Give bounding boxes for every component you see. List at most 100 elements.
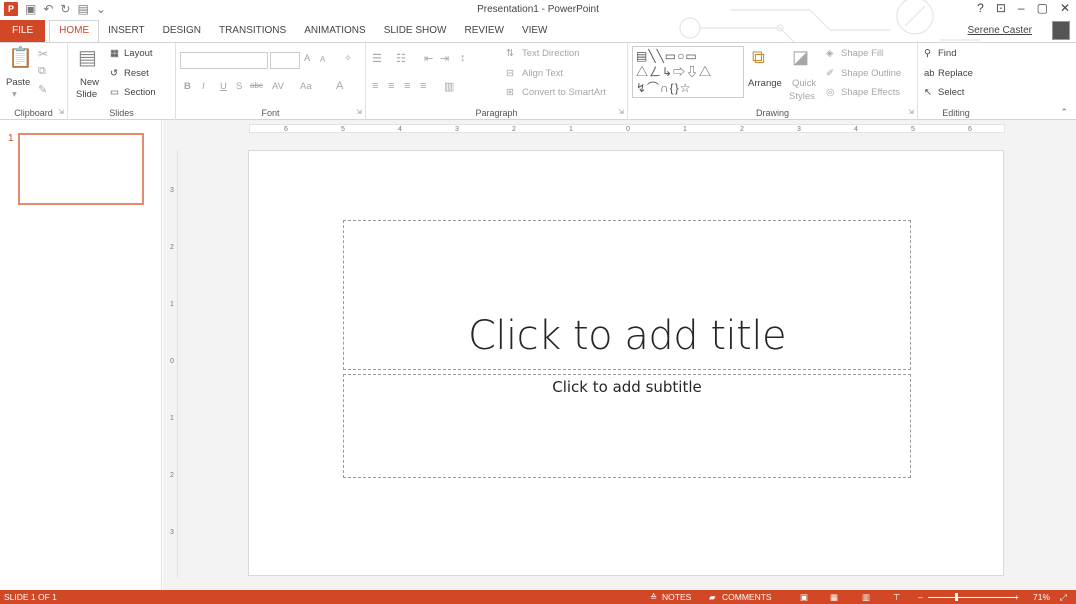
reset-icon[interactable]: ↺ <box>110 68 118 79</box>
drawing-launcher-icon[interactable]: ⇲ <box>908 108 914 116</box>
bullets-icon[interactable]: ☰ <box>372 52 382 65</box>
shapes-gallery[interactable]: ▤╲╲▭○▭ △ㄥ↳⇨⇩△ ↯⌒∩{}☆ <box>632 46 744 98</box>
zoom-level[interactable]: 71% <box>1033 590 1050 604</box>
font-color-button[interactable]: A <box>336 80 343 92</box>
avatar[interactable] <box>1052 21 1070 40</box>
strikethrough-button[interactable]: abc <box>250 81 263 90</box>
comments-icon[interactable]: ▰ <box>709 590 716 604</box>
layout-icon[interactable]: ▦ <box>110 48 119 59</box>
user-name[interactable]: Serene Caster <box>968 25 1032 36</box>
close-icon[interactable]: ✕ <box>1060 1 1070 15</box>
layout-button[interactable]: Layout <box>124 48 153 59</box>
decrease-indent-icon[interactable]: ⇤ <box>424 52 433 65</box>
comments-button[interactable]: COMMENTS <box>722 590 772 604</box>
bold-button[interactable]: B <box>184 81 191 92</box>
replace-button[interactable]: Replace <box>938 68 973 79</box>
line-spacing-icon[interactable]: ↕ <box>460 52 466 64</box>
paste-button[interactable]: Paste <box>6 77 30 88</box>
paste-dropdown-icon[interactable]: ▾ <box>12 89 17 100</box>
slide-sorter-icon[interactable]: ▦ <box>830 590 838 604</box>
format-painter-icon[interactable]: ✎ <box>38 83 47 96</box>
text-direction-button[interactable]: Text Direction <box>522 48 580 59</box>
select-button[interactable]: Select <box>938 87 964 98</box>
font-launcher-icon[interactable]: ⇲ <box>356 108 362 116</box>
font-name-combo[interactable] <box>180 52 268 69</box>
tab-home[interactable]: HOME <box>49 20 100 43</box>
subtitle-placeholder[interactable]: Click to add subtitle <box>343 374 911 478</box>
paste-icon[interactable]: 📋 <box>8 47 33 69</box>
zoom-in-icon[interactable]: + <box>1014 590 1019 604</box>
numbering-icon[interactable]: ☷ <box>396 52 406 65</box>
shrink-font-button[interactable]: A <box>320 55 325 64</box>
quick-styles-icon[interactable]: ◪ <box>792 47 809 68</box>
arrange-button[interactable]: Arrange <box>748 78 782 89</box>
justify-icon[interactable]: ≡ <box>420 80 426 92</box>
shape-outline-button[interactable]: Shape Outline <box>841 68 901 79</box>
change-case-button[interactable]: Aa <box>300 81 312 92</box>
grow-font-button[interactable]: A <box>304 53 310 64</box>
notes-button[interactable]: NOTES <box>662 590 691 604</box>
tab-review[interactable]: REVIEW <box>455 20 512 42</box>
columns-icon[interactable]: ▥ <box>444 80 454 93</box>
zoom-slider-handle[interactable] <box>955 593 958 601</box>
character-spacing-button[interactable]: AV <box>272 81 284 92</box>
copy-icon[interactable]: ⧉ <box>38 65 46 78</box>
align-text-button[interactable]: Align Text <box>522 68 563 79</box>
tab-insert[interactable]: INSERT <box>99 20 154 42</box>
slide-canvas[interactable]: Click to add title Click to add subtitle <box>248 150 1004 576</box>
shape-fill-icon[interactable]: ◈ <box>826 48 833 59</box>
convert-to-smartart-button[interactable]: Convert to SmartArt <box>522 87 606 98</box>
shadow-button[interactable]: S <box>236 81 242 92</box>
align-left-icon[interactable]: ≡ <box>372 80 378 92</box>
find-icon[interactable]: ⚲ <box>924 48 931 59</box>
font-size-combo[interactable] <box>270 52 300 69</box>
notes-icon[interactable]: ≙ <box>650 590 657 604</box>
replace-icon[interactable]: ab <box>924 68 935 79</box>
align-right-icon[interactable]: ≡ <box>404 80 410 92</box>
clipboard-launcher-icon[interactable]: ⇲ <box>58 108 64 116</box>
zoom-out-icon[interactable]: – <box>918 590 923 604</box>
tab-transitions[interactable]: TRANSITIONS <box>210 20 295 42</box>
tab-view[interactable]: VIEW <box>513 20 557 42</box>
section-icon[interactable]: ▭ <box>110 87 119 98</box>
quick-styles-dropdown[interactable]: Styles <box>789 91 815 102</box>
quick-styles-button[interactable]: Quick <box>792 78 816 89</box>
new-slide-icon[interactable]: ▤ <box>78 47 97 69</box>
restore-icon[interactable]: ▢ <box>1037 1 1048 15</box>
italic-button[interactable]: I <box>202 81 205 92</box>
collapse-ribbon-icon[interactable]: ⌃ <box>1060 107 1068 118</box>
smartart-icon[interactable]: ⊞ <box>506 87 514 98</box>
tab-slide-show[interactable]: SLIDE SHOW <box>375 20 456 42</box>
align-text-icon[interactable]: ⊟ <box>506 68 514 79</box>
ribbon-display-options-icon[interactable]: ⊡ <box>996 1 1006 15</box>
reset-button[interactable]: Reset <box>124 68 149 79</box>
cut-icon[interactable]: ✂ <box>38 47 48 61</box>
select-icon[interactable]: ↖ <box>924 87 932 98</box>
slide-thumbnail[interactable] <box>18 133 144 205</box>
shape-effects-icon[interactable]: ◎ <box>826 87 834 98</box>
text-direction-icon[interactable]: ⇅ <box>506 48 514 59</box>
tab-design[interactable]: DESIGN <box>154 20 210 42</box>
increase-indent-icon[interactable]: ⇥ <box>440 52 449 65</box>
title-placeholder[interactable]: Click to add title <box>343 220 911 370</box>
tab-file[interactable]: FILE <box>0 20 46 42</box>
shape-effects-button[interactable]: Shape Effects <box>841 87 900 98</box>
section-button[interactable]: Section <box>124 87 156 98</box>
minimize-icon[interactable]: – <box>1018 1 1025 15</box>
align-center-icon[interactable]: ≡ <box>388 80 394 92</box>
fit-to-window-icon[interactable]: ⤢ <box>1060 590 1067 604</box>
find-button[interactable]: Find <box>938 48 956 59</box>
clear-formatting-icon[interactable]: ✧ <box>344 53 352 64</box>
new-slide-button[interactable]: New <box>80 77 99 88</box>
underline-button[interactable]: U <box>220 81 227 92</box>
zoom-slider[interactable] <box>928 597 1018 598</box>
tab-animations[interactable]: ANIMATIONS <box>295 20 374 42</box>
reading-view-icon[interactable]: ▥ <box>862 590 870 604</box>
new-slide-dropdown[interactable]: Slide <box>76 89 97 100</box>
shape-outline-icon[interactable]: ✐ <box>826 68 834 79</box>
paragraph-launcher-icon[interactable]: ⇲ <box>618 108 624 116</box>
shape-fill-button[interactable]: Shape Fill <box>841 48 883 59</box>
arrange-icon[interactable]: ⧉ <box>752 47 765 68</box>
slide-show-icon[interactable]: ⊤ <box>893 590 900 604</box>
normal-view-icon[interactable]: ▣ <box>800 590 808 604</box>
